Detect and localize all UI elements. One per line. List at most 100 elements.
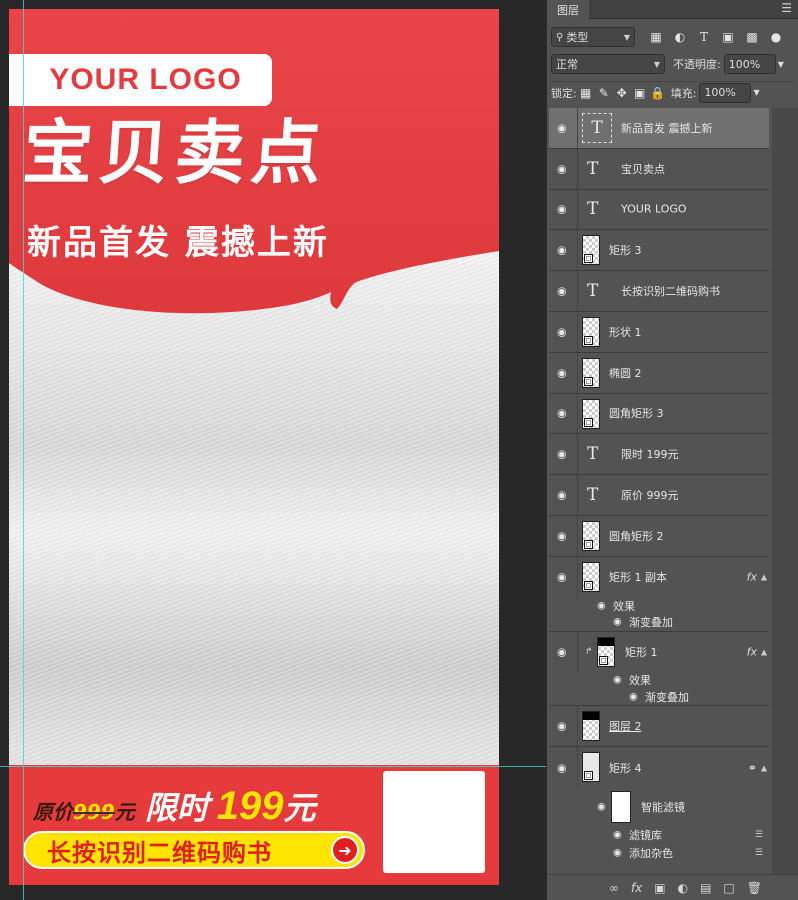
opacity-input[interactable]: 100% bbox=[723, 54, 776, 74]
layer-row[interactable]: ◉ T 原价 999元 bbox=[549, 475, 769, 516]
layer-row[interactable]: ◉ □ 形状 1 bbox=[549, 311, 769, 353]
shape-filter-icon[interactable]: ▣ bbox=[719, 28, 737, 46]
link-icon[interactable]: ∞ bbox=[609, 881, 619, 895]
chevron-down-icon[interactable]: ▼ bbox=[778, 60, 784, 69]
eye-icon[interactable]: ◉ bbox=[557, 407, 567, 420]
layer-name: 图层 2 bbox=[609, 720, 642, 734]
filter-row-item[interactable]: ◉ 滤镜库 ☰ bbox=[549, 825, 769, 844]
filter-options-icon[interactable]: ☰ bbox=[755, 830, 763, 840]
panel-menu-icon[interactable]: ☰ bbox=[781, 1, 792, 15]
eye-icon[interactable]: ◉ bbox=[557, 285, 567, 298]
sale-price-label: 限时 bbox=[144, 789, 209, 827]
text-filter-icon[interactable]: T bbox=[695, 28, 713, 46]
smart-object-filter-icon[interactable]: ▩ bbox=[743, 28, 761, 46]
lock-all-icon[interactable]: 🔒 bbox=[649, 84, 667, 102]
layer-row[interactable]: ◉ ↱ □ 矩形 1 fx ▲ bbox=[549, 631, 769, 673]
effects-row[interactable]: ◉ 效果 bbox=[549, 597, 769, 614]
effect-name: 渐变叠加 bbox=[645, 690, 689, 704]
chevron-up-icon[interactable]: ▲ bbox=[761, 573, 767, 582]
eye-icon[interactable]: ◉ bbox=[557, 366, 567, 379]
effects-label: 效果 bbox=[629, 674, 651, 688]
filter-name: 滤镜库 bbox=[629, 828, 662, 842]
eye-icon[interactable]: ◉ bbox=[557, 244, 567, 257]
fx-icon[interactable]: fx bbox=[747, 571, 757, 584]
layer-row[interactable]: ◉ □ 圆角矩形 2 bbox=[549, 515, 769, 557]
effect-row[interactable]: ◉ 渐变叠加 bbox=[549, 613, 769, 632]
smart-filter-row[interactable]: ◉ 智能滤镜 bbox=[549, 787, 769, 826]
eye-icon[interactable]: ◉ bbox=[557, 121, 567, 134]
eye-icon[interactable]: ◉ bbox=[613, 675, 622, 686]
filter-row-item[interactable]: ◉ 添加杂色 ☰ bbox=[549, 843, 769, 862]
headline-subtitle: 新品首发 震撼上新 bbox=[27, 223, 329, 263]
fill-value: 100% bbox=[704, 86, 736, 99]
vertical-guide[interactable] bbox=[23, 0, 24, 900]
smart-filter-icon[interactable]: ⚭ bbox=[748, 761, 757, 774]
eye-icon[interactable]: ◉ bbox=[557, 489, 567, 502]
panel-tabbar: 图层 ☰ bbox=[547, 0, 798, 19]
fx-icon[interactable]: fx bbox=[631, 881, 642, 895]
eye-icon[interactable]: ◉ bbox=[557, 448, 567, 461]
layer-row[interactable]: ◉ □ 椭圆 2 bbox=[549, 352, 769, 394]
lock-artboard-icon[interactable]: ▣ bbox=[631, 84, 649, 102]
eye-icon[interactable]: ◉ bbox=[557, 720, 567, 733]
layer-name: 圆角矩形 3 bbox=[609, 407, 664, 421]
eye-icon[interactable]: ◉ bbox=[613, 617, 622, 628]
filter-toggle-icon[interactable]: ● bbox=[767, 28, 785, 46]
fill-input[interactable]: 100% bbox=[699, 82, 752, 103]
layer-row[interactable]: ◉ T YOUR LOGO bbox=[549, 189, 769, 231]
effects-row[interactable]: ◉ 效果 bbox=[549, 672, 769, 689]
new-layer-icon[interactable]: □ bbox=[723, 881, 734, 895]
filter-options-icon[interactable]: ☰ bbox=[755, 848, 763, 858]
layer-row[interactable]: ◉ T 新品首发 震撼上新 bbox=[549, 108, 769, 149]
eye-icon[interactable]: ◉ bbox=[629, 691, 638, 702]
layer-row[interactable]: ◉ □ 矩形 4 ⚭ ▲ bbox=[549, 747, 769, 788]
layer-row[interactable]: ◉ 图层 2 bbox=[549, 706, 769, 748]
poster-footer: 原价 999 元 限时 199 元 长按识别二维码购书 ➜ bbox=[9, 765, 499, 885]
eye-icon[interactable]: ◉ bbox=[613, 829, 622, 840]
eye-icon[interactable]: ◉ bbox=[557, 761, 567, 774]
chevron-up-icon[interactable]: ▲ bbox=[761, 763, 767, 772]
layer-row[interactable]: ◉ □ 矩形 1 副本 fx ▲ bbox=[549, 556, 769, 598]
search-icon: ⚲ bbox=[556, 31, 564, 43]
layer-row[interactable]: ◉ T 限时 199元 bbox=[549, 434, 769, 476]
shape-thumbnail: □ bbox=[582, 316, 600, 347]
effect-row[interactable]: ◉ 渐变叠加 bbox=[549, 688, 769, 707]
adjustment-filter-icon[interactable]: ◐ bbox=[671, 28, 689, 46]
eye-icon[interactable]: ◉ bbox=[557, 645, 567, 658]
layer-row[interactable]: ◉ □ 矩形 3 bbox=[549, 230, 769, 272]
eye-icon[interactable]: ◉ bbox=[557, 571, 567, 584]
shape-thumbnail: □ bbox=[582, 561, 600, 592]
lock-position-icon[interactable]: ✥ bbox=[613, 84, 631, 102]
layer-row[interactable]: ◉ T 长按识别二维码购书 bbox=[549, 271, 769, 312]
shape-thumbnail: □ bbox=[582, 235, 600, 266]
tab-layers[interactable]: 图层 bbox=[547, 0, 589, 19]
document-canvas[interactable]: YOUR LOGO 宝贝卖点 新品首发 震撼上新 原价 999 元 限时 199… bbox=[0, 0, 546, 900]
eye-icon[interactable]: ◉ bbox=[557, 162, 567, 175]
adjustment-icon[interactable]: ◐ bbox=[678, 881, 688, 895]
eye-icon[interactable]: ◉ bbox=[597, 801, 606, 812]
panel-scrollbar[interactable] bbox=[772, 108, 798, 874]
blend-mode-dropdown[interactable]: 正常 ▼ bbox=[551, 54, 665, 74]
cta-pill: 长按识别二维码购书 ➜ bbox=[23, 831, 365, 869]
chevron-up-icon[interactable]: ▲ bbox=[761, 647, 767, 656]
arrow-right-icon: ➜ bbox=[331, 836, 359, 864]
folder-icon[interactable]: ▤ bbox=[700, 881, 711, 895]
lock-label: 锁定: bbox=[551, 86, 577, 100]
chevron-down-icon[interactable]: ▼ bbox=[753, 88, 759, 97]
eye-icon[interactable]: ◉ bbox=[557, 203, 567, 216]
eye-icon[interactable]: ◉ bbox=[557, 325, 567, 338]
filter-kind-dropdown[interactable]: ⚲ 类型 ▼ bbox=[551, 27, 635, 47]
lock-paint-icon[interactable]: ✎ bbox=[595, 84, 613, 102]
eye-icon[interactable]: ◉ bbox=[597, 600, 606, 611]
sale-price-value: 199 bbox=[216, 784, 284, 828]
layer-row[interactable]: ◉ □ 圆角矩形 3 bbox=[549, 393, 769, 435]
fx-icon[interactable]: fx bbox=[747, 645, 757, 658]
mask-icon[interactable]: ▣ bbox=[654, 881, 665, 895]
eye-icon[interactable]: ◉ bbox=[613, 847, 622, 858]
lock-transparency-icon[interactable]: ▦ bbox=[577, 84, 595, 102]
filter-kind-value: 类型 bbox=[566, 31, 589, 44]
trash-icon[interactable]: 🗑 bbox=[747, 881, 762, 895]
image-filter-icon[interactable]: ▦ bbox=[647, 28, 665, 46]
layer-row[interactable]: ◉ T 宝贝卖点 bbox=[549, 148, 769, 190]
eye-icon[interactable]: ◉ bbox=[557, 529, 567, 542]
